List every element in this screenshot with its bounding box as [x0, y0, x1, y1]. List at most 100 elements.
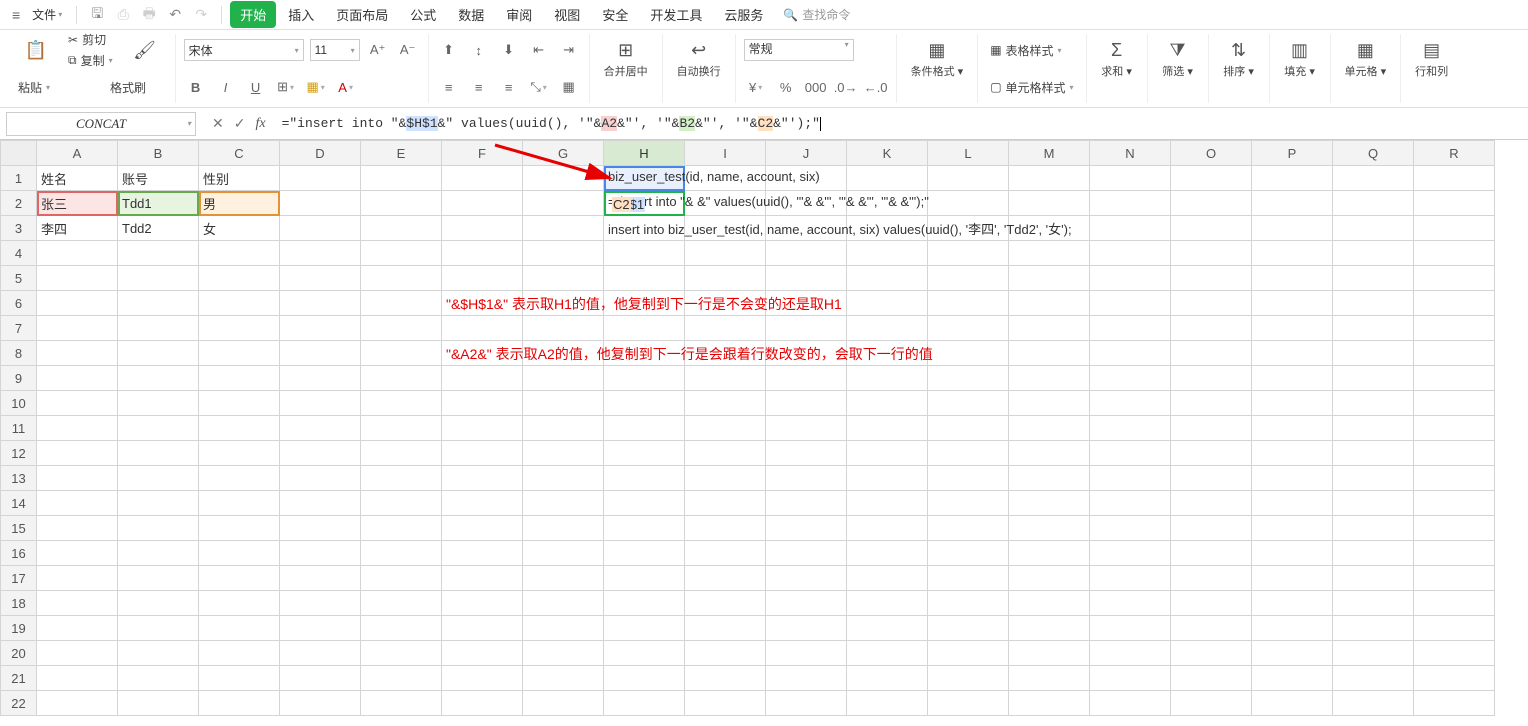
cell-H9[interactable]	[604, 366, 685, 391]
cell-D17[interactable]	[280, 566, 361, 591]
cell-J14[interactable]	[766, 491, 847, 516]
cell-K14[interactable]	[847, 491, 928, 516]
cell-A1[interactable]: 姓名	[37, 166, 118, 191]
cell-D15[interactable]	[280, 516, 361, 541]
align-bottom-icon[interactable]: ⬇	[497, 39, 521, 61]
cell-B14[interactable]	[118, 491, 199, 516]
row-header-1[interactable]: 1	[1, 166, 37, 191]
cell-C7[interactable]	[199, 316, 280, 341]
conditional-format-button[interactable]: ▦条件格式 ▾	[905, 36, 970, 83]
cell-M1[interactable]	[1009, 166, 1090, 191]
cell-M10[interactable]	[1009, 391, 1090, 416]
cell-I20[interactable]	[685, 641, 766, 666]
cell-P11[interactable]	[1252, 416, 1333, 441]
cell-F6[interactable]: "&$H$1&" 表示取H1的值，他复制到下一行是不会变的还是取H1	[442, 291, 523, 316]
search-command[interactable]: 🔍 查找命令	[783, 6, 850, 23]
cell-M16[interactable]	[1009, 541, 1090, 566]
cell-P16[interactable]	[1252, 541, 1333, 566]
cell-N22[interactable]	[1090, 691, 1171, 716]
cell-P6[interactable]	[1252, 291, 1333, 316]
cell-N17[interactable]	[1090, 566, 1171, 591]
cell-L1[interactable]	[928, 166, 1009, 191]
cell-N19[interactable]	[1090, 616, 1171, 641]
cell-E13[interactable]	[361, 466, 442, 491]
cell-Q18[interactable]	[1333, 591, 1414, 616]
cell-F22[interactable]	[442, 691, 523, 716]
column-header-J[interactable]: J	[766, 141, 847, 166]
italic-button[interactable]: I	[214, 76, 238, 98]
cell-F19[interactable]	[442, 616, 523, 641]
cell-K20[interactable]	[847, 641, 928, 666]
cell-H19[interactable]	[604, 616, 685, 641]
font-size-combo[interactable]: 11▾	[310, 39, 360, 61]
cell-M2[interactable]	[1009, 191, 1090, 216]
cell-R6[interactable]	[1414, 291, 1495, 316]
cell-B3[interactable]: Tdd2	[118, 216, 199, 241]
cell-A6[interactable]	[37, 291, 118, 316]
cell-B12[interactable]	[118, 441, 199, 466]
cell-R7[interactable]	[1414, 316, 1495, 341]
tab-安全[interactable]: 安全	[592, 1, 638, 28]
cell-L16[interactable]	[928, 541, 1009, 566]
cell-J9[interactable]	[766, 366, 847, 391]
row-header-3[interactable]: 3	[1, 216, 37, 241]
cell-K21[interactable]	[847, 666, 928, 691]
cell-I10[interactable]	[685, 391, 766, 416]
orientation-icon[interactable]: ⤡	[527, 76, 551, 98]
cell-O16[interactable]	[1171, 541, 1252, 566]
cell-H15[interactable]	[604, 516, 685, 541]
cell-L14[interactable]	[928, 491, 1009, 516]
cell-N11[interactable]	[1090, 416, 1171, 441]
cell-C18[interactable]	[199, 591, 280, 616]
cell-O21[interactable]	[1171, 666, 1252, 691]
cell-H21[interactable]	[604, 666, 685, 691]
cell-D12[interactable]	[280, 441, 361, 466]
cell-R10[interactable]	[1414, 391, 1495, 416]
cell-E12[interactable]	[361, 441, 442, 466]
decrease-decimal-icon[interactable]: ←.0	[864, 76, 888, 98]
cell-R4[interactable]	[1414, 241, 1495, 266]
cell-E21[interactable]	[361, 666, 442, 691]
cell-N10[interactable]	[1090, 391, 1171, 416]
cell-L17[interactable]	[928, 566, 1009, 591]
merge-icon[interactable]: ▦	[557, 76, 581, 98]
cell-C20[interactable]	[199, 641, 280, 666]
hamburger-icon[interactable]: ≡	[8, 7, 24, 23]
underline-button[interactable]: U	[244, 76, 268, 98]
file-menu[interactable]: 文件 ▾	[26, 2, 68, 27]
sum-button[interactable]: Σ求和 ▾	[1095, 36, 1139, 83]
cell-N14[interactable]	[1090, 491, 1171, 516]
cell-D16[interactable]	[280, 541, 361, 566]
cell-D21[interactable]	[280, 666, 361, 691]
cell-O14[interactable]	[1171, 491, 1252, 516]
cell-N20[interactable]	[1090, 641, 1171, 666]
cell-J11[interactable]	[766, 416, 847, 441]
cell-M12[interactable]	[1009, 441, 1090, 466]
cell-K5[interactable]	[847, 266, 928, 291]
cell-R22[interactable]	[1414, 691, 1495, 716]
cell-M7[interactable]	[1009, 316, 1090, 341]
cell-G7[interactable]	[523, 316, 604, 341]
column-header-D[interactable]: D	[280, 141, 361, 166]
cell-N8[interactable]	[1090, 341, 1171, 366]
cell-P20[interactable]	[1252, 641, 1333, 666]
cell-N9[interactable]	[1090, 366, 1171, 391]
cell-O7[interactable]	[1171, 316, 1252, 341]
undo-icon[interactable]: ↶	[163, 3, 187, 27]
cell-E9[interactable]	[361, 366, 442, 391]
cell-E17[interactable]	[361, 566, 442, 591]
cell-E6[interactable]	[361, 291, 442, 316]
cell-G21[interactable]	[523, 666, 604, 691]
column-header-C[interactable]: C	[199, 141, 280, 166]
cell-A4[interactable]	[37, 241, 118, 266]
row-header-6[interactable]: 6	[1, 291, 37, 316]
align-top-icon[interactable]: ⬆	[437, 39, 461, 61]
cell-H5[interactable]	[604, 266, 685, 291]
font-color-button[interactable]: A	[334, 76, 358, 98]
cell-E22[interactable]	[361, 691, 442, 716]
cell-N1[interactable]	[1090, 166, 1171, 191]
cell-D20[interactable]	[280, 641, 361, 666]
align-left-icon[interactable]: ≡	[437, 76, 461, 98]
cell-P17[interactable]	[1252, 566, 1333, 591]
indent-increase-icon[interactable]: ⇥	[557, 39, 581, 61]
